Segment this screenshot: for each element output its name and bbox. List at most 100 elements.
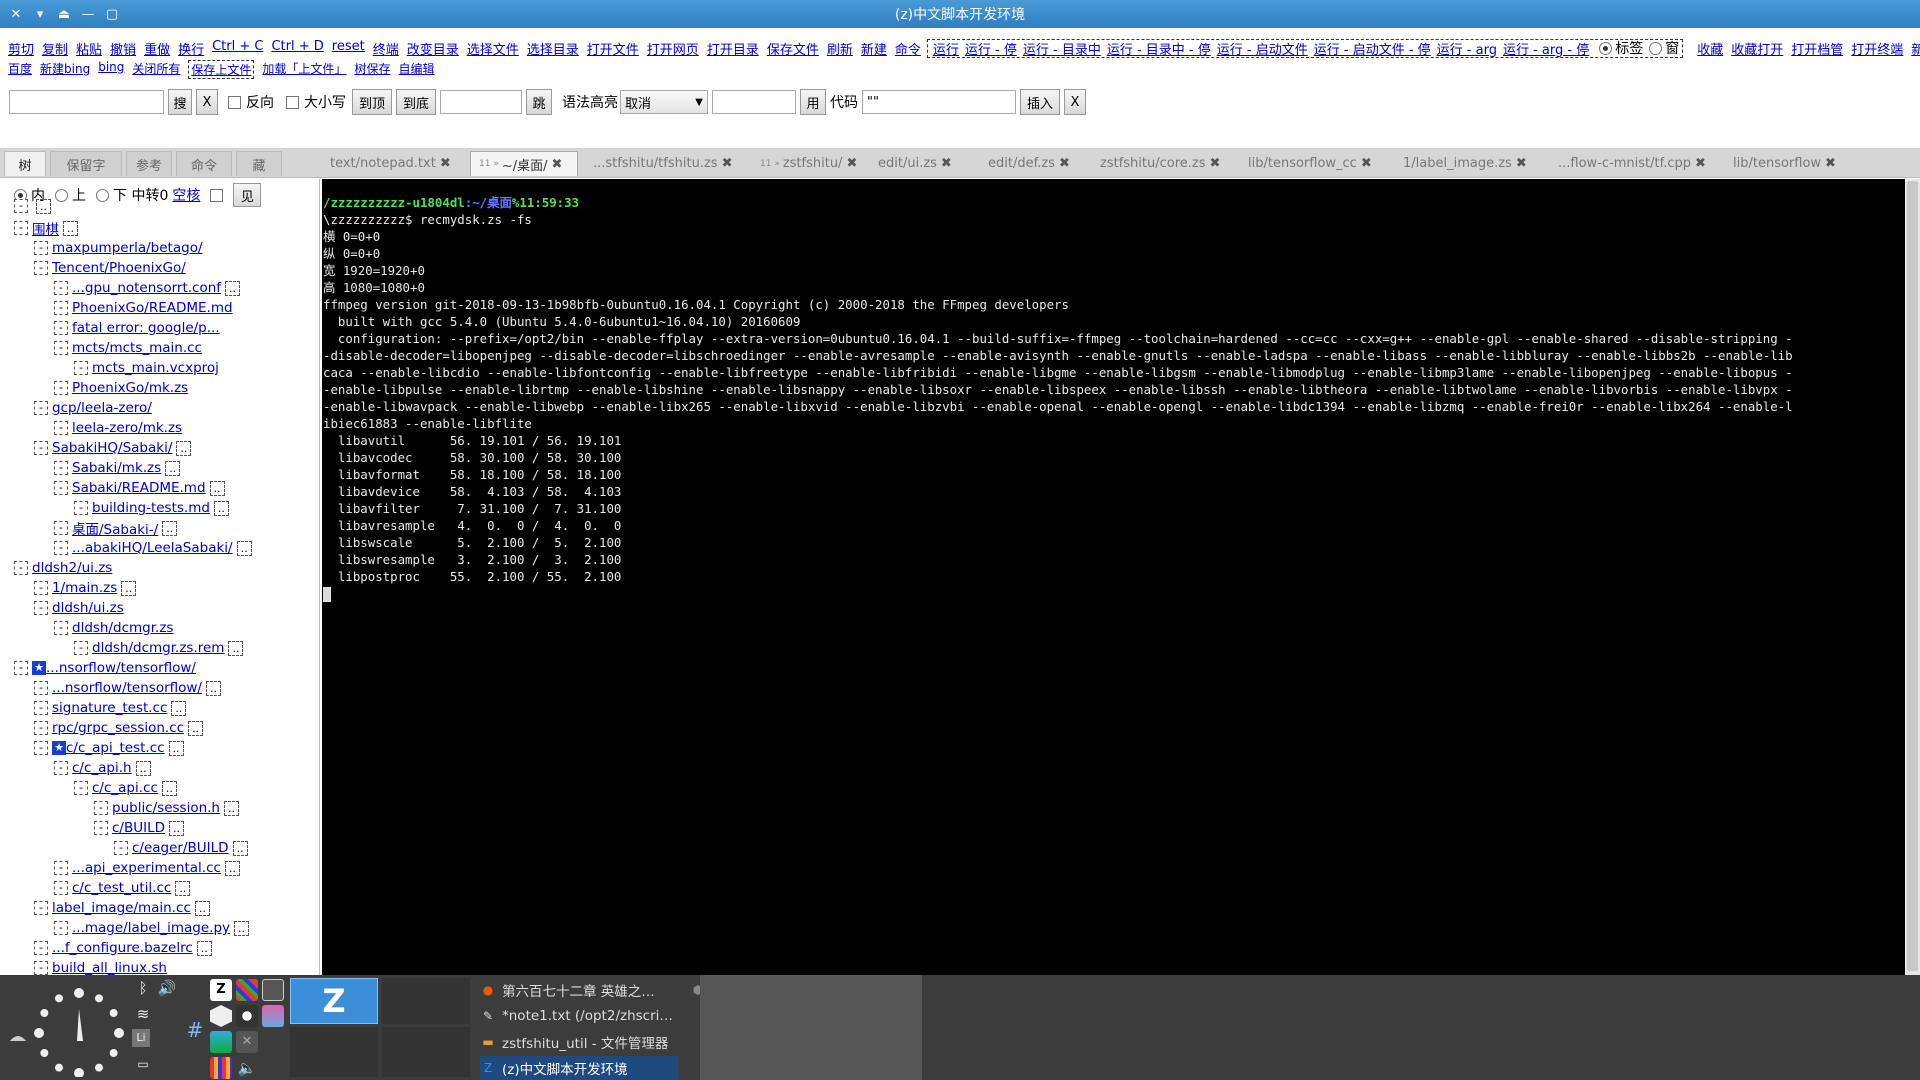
minimize-icon[interactable]: — xyxy=(76,4,100,24)
more-button[interactable]: .. xyxy=(196,940,212,956)
close-tab-icon[interactable]: ✖ xyxy=(440,156,451,171)
close-toolbar-button[interactable]: X xyxy=(1064,89,1086,115)
taskbar-task-3[interactable]: ▬ zstfshitu_util - 文件管理器 xyxy=(480,1030,680,1054)
collapse-toggle-icon[interactable]: - xyxy=(54,461,68,475)
tree-node[interactable]: -1/main.zs.. xyxy=(34,579,137,597)
file-tab-1[interactable]: 11 » ~/桌面/✖ xyxy=(470,151,578,176)
toolbar-link-3[interactable]: 撤销 xyxy=(110,39,136,58)
mode-window-radio[interactable] xyxy=(1649,41,1663,55)
toolbar-link-6[interactable]: Ctrl + C xyxy=(212,39,263,58)
go-top-button[interactable]: 到顶 xyxy=(352,89,392,115)
tree-up-radio[interactable] xyxy=(55,188,68,202)
tree-node-label[interactable]: ...abakiHQ/LeelaSabaki/ xyxy=(72,540,233,556)
tree-node-label[interactable]: c/BUILD xyxy=(112,820,165,836)
tree-node-label[interactable]: 围棋 xyxy=(32,218,59,238)
close-tab-icon[interactable]: ✖ xyxy=(1695,156,1706,171)
tree-node-label[interactable]: ...f_configure.bazelrc xyxy=(52,940,193,956)
tree-node-label[interactable]: PhoenixGo/README.md xyxy=(72,300,233,316)
maximize-icon[interactable]: ▢ xyxy=(100,4,124,24)
palette-icon[interactable] xyxy=(210,1057,232,1079)
tab-tree[interactable]: 树 xyxy=(4,151,46,176)
collapse-toggle-icon[interactable]: - xyxy=(74,781,88,795)
tree-node[interactable]: - label_image/main.cc.. xyxy=(34,899,210,917)
tree-node[interactable]: - leela-zero/mk.zs xyxy=(54,419,182,437)
file-tab-5[interactable]: edit/def.zs ✖ xyxy=(980,151,1085,176)
close-window-icon[interactable]: ✕ xyxy=(4,4,28,24)
speaker-icon[interactable]: 🔈 xyxy=(236,1057,258,1079)
space-link[interactable]: 空核 xyxy=(172,185,200,205)
more-button[interactable]: .. xyxy=(209,480,225,496)
more-button[interactable]: .. xyxy=(169,820,185,836)
tree-node[interactable]: - 围棋.. xyxy=(14,218,78,238)
toolbar-link-7[interactable]: Ctrl + D xyxy=(271,39,323,58)
more-button[interactable]: .. xyxy=(236,540,252,556)
file-tab-7[interactable]: lib/tensorflow_cc ✖ xyxy=(1240,151,1388,176)
tree-node[interactable]: - ...gpu_notensorrt.conf.. xyxy=(54,279,241,297)
toolbar-link-13[interactable]: 打开文件 xyxy=(587,39,639,58)
tree-node[interactable]: - PhoenixGo/mk.zs xyxy=(54,379,188,397)
go-bottom-button[interactable]: 到底 xyxy=(396,89,436,115)
tree-node-label[interactable]: Tencent/PhoenixGo/ xyxy=(52,260,186,276)
taskbar-task-0[interactable]: ● 第六百七十二章 英雄之… xyxy=(480,978,680,1002)
more-button[interactable]: .. xyxy=(63,220,78,236)
scrollbar-thumb[interactable] xyxy=(1907,181,1918,971)
tree-node-label[interactable]: dldsh/ui.zs xyxy=(52,600,124,616)
tree-node-label[interactable]: c/c_api.cc xyxy=(92,780,158,796)
collapse-toggle-icon[interactable]: - xyxy=(54,621,68,635)
tree-node-label[interactable]: ...gpu_notensorrt.conf xyxy=(72,280,221,296)
tree-node[interactable]: - dldsh2/ui.zs xyxy=(14,559,112,577)
tab-keywords[interactable]: 保留字 xyxy=(50,151,122,176)
more-button[interactable]: .. xyxy=(232,840,248,856)
collapse-toggle-icon[interactable]: - xyxy=(54,301,68,315)
toolbar2-link-1[interactable]: 新建bing xyxy=(40,60,90,79)
collapse-toggle-icon[interactable]: - xyxy=(114,841,128,855)
toolbar2-link-6[interactable]: 树保存 xyxy=(354,60,390,79)
more-button[interactable]: .. xyxy=(176,440,192,456)
right-link-1[interactable]: 收藏打开 xyxy=(1731,39,1783,58)
collapse-toggle-icon[interactable]: - xyxy=(54,321,68,335)
collapse-toggle-icon[interactable]: - xyxy=(34,441,48,455)
syntax-select[interactable]: 取消 ▼ xyxy=(620,90,708,114)
keyboard-layout-icon[interactable]: Li xyxy=(132,1029,150,1047)
goto-line-input[interactable] xyxy=(440,90,522,114)
tree-node[interactable]: - fatal error: google/p... xyxy=(54,319,220,337)
collapse-toggle-icon[interactable]: - xyxy=(54,281,68,295)
tree-node-label[interactable]: gcp/leela-zero/ xyxy=(52,400,152,416)
tree-node-label[interactable]: build_all_linux.sh xyxy=(52,960,167,975)
image-viewer-icon[interactable] xyxy=(262,1005,284,1027)
menu-down-icon[interactable]: ▾ xyxy=(28,4,52,24)
tree-node[interactable]: - ...mage/label_image.py.. xyxy=(54,919,250,937)
tree-node-label[interactable]: fatal error: google/p... xyxy=(72,320,220,336)
close-tab-icon[interactable]: ✖ xyxy=(1825,156,1836,171)
color-grid-icon[interactable] xyxy=(236,979,258,1001)
collapse-toggle-icon[interactable]: - xyxy=(94,821,108,835)
run-link-6[interactable]: 运行 - arg xyxy=(1437,39,1497,58)
code-input[interactable] xyxy=(862,90,1016,114)
toolbar2-link-2[interactable]: bing xyxy=(98,60,124,79)
collapse-toggle-icon[interactable]: - xyxy=(94,801,108,815)
file-tab-6[interactable]: zstfshitu/core.zs ✖ xyxy=(1092,151,1232,176)
run-link-7[interactable]: 运行 - arg - 停 xyxy=(1503,39,1589,58)
toolbar2-link-5[interactable]: 加载「上文件」 xyxy=(262,60,346,79)
tree-node[interactable]: - c/c_test_util.cc.. xyxy=(54,879,191,897)
collapse-toggle-icon[interactable]: - xyxy=(34,681,48,695)
wifi-icon[interactable]: ≋ xyxy=(132,1003,154,1025)
collapse-toggle-icon[interactable]: - xyxy=(34,721,48,735)
more-button[interactable]: .. xyxy=(225,280,241,296)
tree-node-label[interactable]: signature_test.cc xyxy=(52,700,167,716)
tree-node-label[interactable]: rpc/grpc_session.cc xyxy=(52,720,184,736)
tree-node[interactable]: - Sabaki/README.md.. xyxy=(54,479,225,497)
close-tab-icon[interactable]: ✖ xyxy=(846,156,857,171)
taskbar-task-2[interactable]: ✎ *note1.txt (/opt2/zhscri… xyxy=(480,1004,680,1028)
mode-tab-radio[interactable] xyxy=(1599,41,1613,55)
more-button[interactable]: .. xyxy=(194,900,210,916)
collapse-toggle-icon[interactable]: - xyxy=(34,261,48,275)
tree-node-label[interactable]: mcts_main.vcxproj xyxy=(92,360,219,376)
tree-node-label[interactable]: c/c_test_util.cc xyxy=(72,880,171,896)
collapse-toggle-icon[interactable]: - xyxy=(14,561,28,575)
collapse-toggle-icon[interactable]: - xyxy=(74,501,88,515)
tree-node-label[interactable]: ...mage/label_image.py xyxy=(72,920,230,936)
calculator-icon[interactable] xyxy=(262,979,284,1001)
run-link-4[interactable]: 运行 - 启动文件 xyxy=(1217,39,1308,58)
tree-node-label[interactable]: Sabaki/README.md xyxy=(72,480,206,496)
